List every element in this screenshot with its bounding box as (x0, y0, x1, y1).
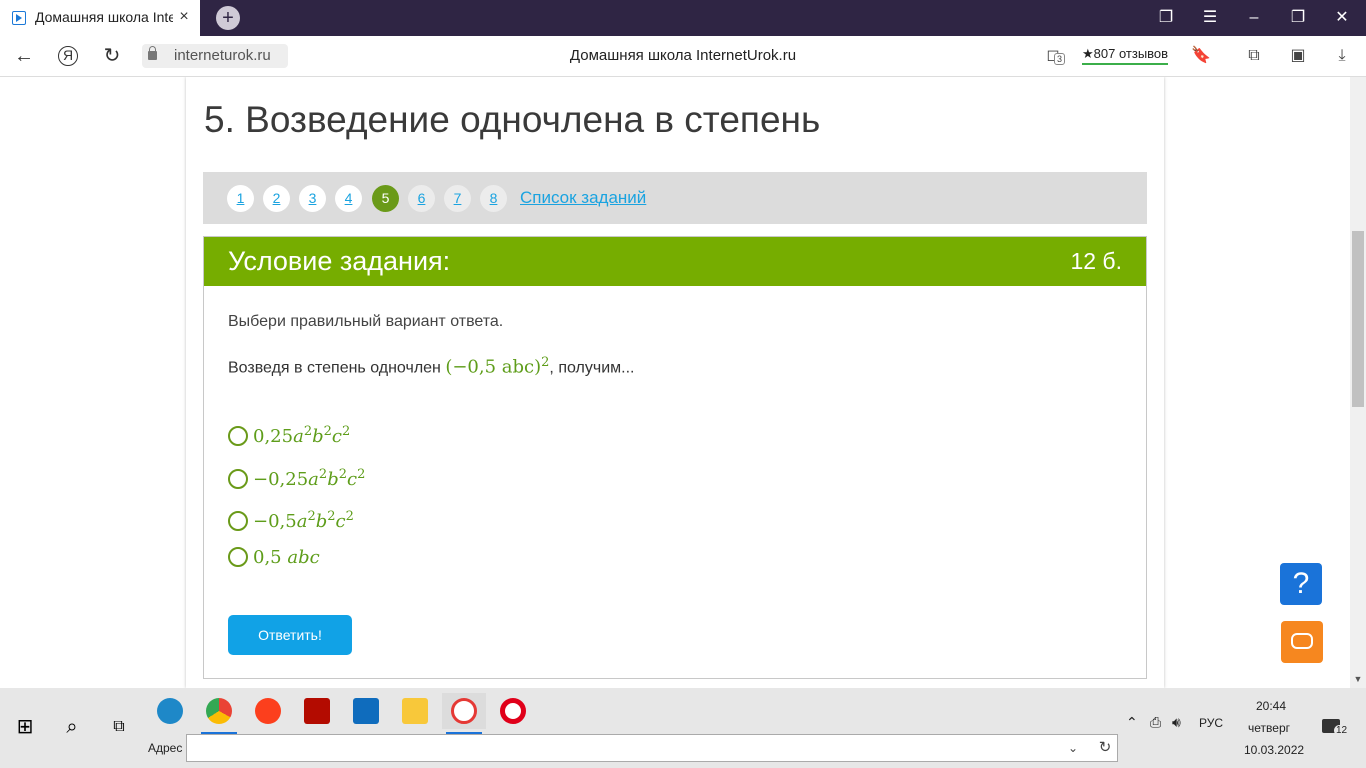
task-list-link[interactable]: Список заданий (520, 188, 646, 208)
task-view-icon[interactable]: ⧉ (104, 712, 134, 742)
favicon-icon (12, 11, 26, 25)
protect-icon[interactable]: ◻ 3 (1042, 45, 1066, 67)
address-toolbar-input[interactable] (186, 734, 1118, 762)
task-page-5[interactable]: 5 (372, 185, 399, 212)
option-text: −0,5a2b2c2 (253, 509, 354, 532)
chat-button[interactable] (1281, 621, 1323, 663)
browser-titlebar: Домашняя школа InternetUrok × + ❐ ☰ – ❐ … (0, 0, 1366, 36)
task-page-1[interactable]: 1 (227, 185, 254, 212)
screenshot-icon[interactable]: ▣ (1287, 45, 1309, 67)
chat-icon (1291, 633, 1313, 649)
edge-app[interactable] (148, 693, 192, 729)
restore-icon[interactable]: ❐ (1286, 6, 1310, 30)
tab-title: Домашняя школа InternetUrok (35, 9, 173, 25)
option-text: −0,25a2b2c2 (253, 467, 366, 490)
yandex-browser-app[interactable] (442, 693, 486, 734)
windows-start-icon[interactable]: ⊞ (10, 712, 40, 742)
windows-taskbar: ⊞ ⌕ ⧉ Адрес ⌄ ↻ ⌃ ⎙ 🔊︎ РУС 20:44 четверг… (0, 688, 1366, 768)
yandex-app[interactable] (246, 693, 290, 729)
opera-icon (500, 698, 526, 724)
tray-expand-icon[interactable]: ⌃ (1126, 714, 1138, 731)
radio-button[interactable] (228, 469, 248, 489)
radio-button[interactable] (228, 547, 248, 567)
task-question: Возведя в степень одночлен (−0,5 abc)2, … (228, 355, 634, 377)
scroll-down-icon[interactable]: ▼ (1352, 674, 1364, 686)
task-page-6[interactable]: 6 (408, 185, 435, 212)
task-page-3[interactable]: 3 (299, 185, 326, 212)
task-points: 12 б. (1070, 248, 1122, 274)
clock-day[interactable]: четверг (1248, 721, 1290, 735)
radio-button[interactable] (228, 426, 248, 446)
search-icon[interactable]: ⌕ (57, 712, 87, 742)
collections-icon[interactable]: ⧉ (1243, 45, 1265, 67)
question-prefix: Возведя в степень одночлен (228, 359, 446, 377)
notification-count: 12 (1334, 725, 1350, 736)
web-page: 5. Возведение одночлена в степень 1 2 3 … (0, 77, 1350, 688)
task-header: Условие задания: 12 б. (204, 237, 1146, 286)
task-page-7[interactable]: 7 (444, 185, 471, 212)
task-page-2[interactable]: 2 (263, 185, 290, 212)
close-icon[interactable]: × (176, 8, 192, 26)
chrome-icon (206, 698, 232, 724)
option-text: 0,5 abc (253, 547, 320, 568)
task-box: Условие задания: 12 б. Выбери правильный… (203, 236, 1147, 679)
network-icon[interactable]: ⎙ (1150, 714, 1161, 731)
folder-icon (402, 698, 428, 724)
address-label: Адрес (148, 741, 183, 755)
download-icon[interactable]: ⤓ (1331, 45, 1353, 67)
acrobat-icon (304, 698, 330, 724)
clock-date[interactable]: 10.03.2022 (1244, 743, 1304, 757)
page-scrollbar[interactable]: ▼ (1350, 77, 1366, 688)
address-bar: ← Я ↻ interneturok.ru Домашняя школа Int… (0, 36, 1366, 77)
task-navigation: 1 2 3 4 5 6 7 8 Список заданий (203, 172, 1147, 224)
notifications-button[interactable]: 12 (1322, 716, 1350, 738)
protect-count: 3 (1054, 53, 1066, 65)
menu-icon[interactable]: ☰ (1198, 6, 1222, 30)
bookmark-icon[interactable]: 🔖 (1190, 45, 1212, 67)
opera-app[interactable] (491, 693, 535, 729)
task-header-title: Условие задания: (228, 246, 451, 276)
volume-icon[interactable]: 🔊︎ (1172, 714, 1181, 731)
go-icon[interactable]: ↻ (1093, 736, 1117, 760)
chrome-app[interactable] (197, 693, 241, 734)
submit-answer-button[interactable]: Ответить! (228, 615, 352, 655)
option-text: 0,25a2b2c2 (253, 424, 351, 447)
window-close-icon[interactable]: ✕ (1330, 6, 1354, 30)
browser-tab[interactable]: Домашняя школа InternetUrok × (0, 0, 200, 36)
radio-button[interactable] (228, 511, 248, 531)
lesson-title: 5. Возведение одночлена в степень (204, 99, 821, 140)
question-suffix: , получим... (549, 359, 635, 377)
minimize-icon[interactable]: – (1242, 6, 1266, 30)
mail-app[interactable] (344, 693, 388, 729)
clock-time[interactable]: 20:44 (1256, 699, 1286, 713)
edge-icon (157, 698, 183, 724)
chevron-down-icon[interactable]: ⌄ (1064, 737, 1082, 759)
new-tab-button[interactable]: + (216, 6, 240, 30)
task-page-8[interactable]: 8 (480, 185, 507, 212)
language-indicator[interactable]: РУС (1199, 716, 1223, 730)
explorer-app[interactable] (393, 693, 437, 729)
task-instruction: Выбери правильный вариант ответа. (228, 313, 504, 330)
yandex-y-icon (451, 698, 477, 724)
help-button[interactable]: ? (1280, 563, 1322, 605)
question-math: (−0,5 abc) (445, 356, 542, 378)
acrobat-app[interactable] (295, 693, 339, 729)
yandex-browser-icon (255, 698, 281, 724)
scroll-thumb[interactable] (1352, 231, 1364, 407)
mail-icon (353, 698, 379, 724)
task-page-4[interactable]: 4 (335, 185, 362, 212)
bookmarks-panel-icon[interactable]: ❐ (1154, 6, 1178, 30)
reviews-link[interactable]: ★807 отзывов (1082, 46, 1169, 65)
